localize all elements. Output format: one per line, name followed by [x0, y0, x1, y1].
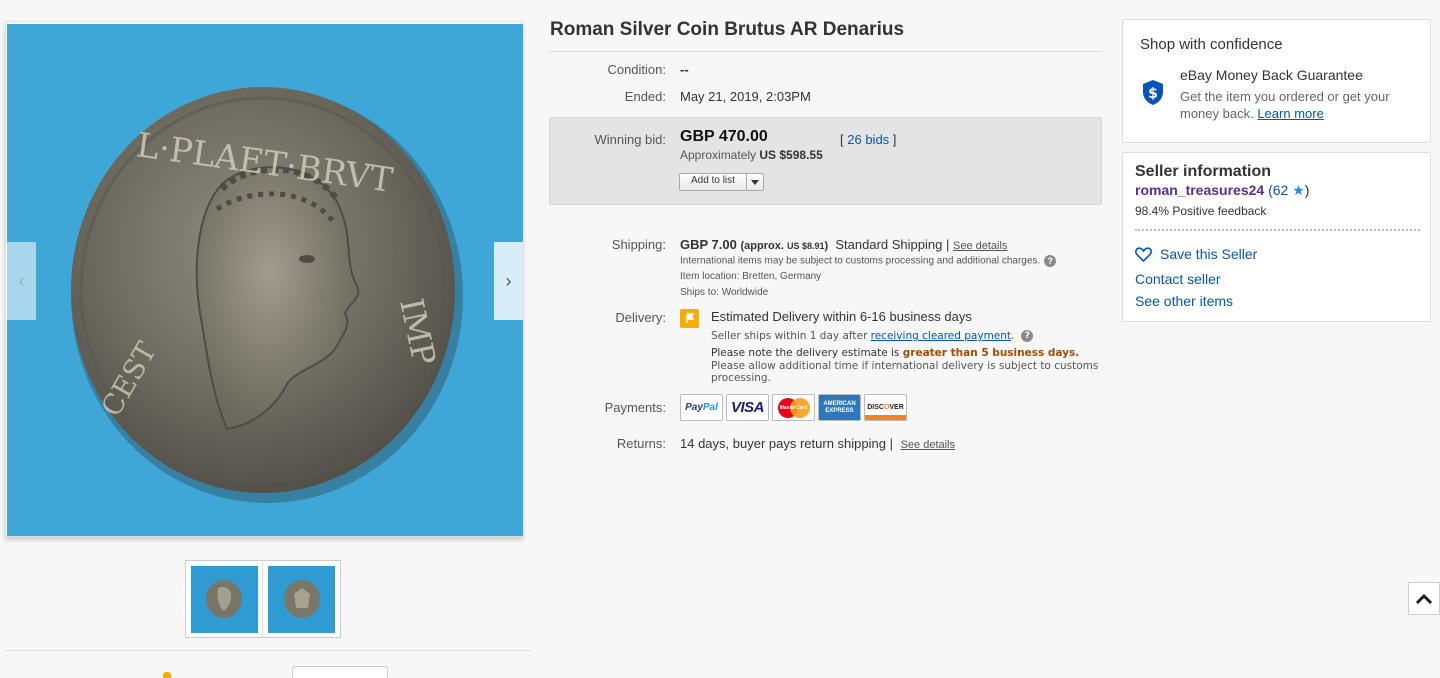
feedback-score: (62 — [1268, 182, 1289, 198]
delivery-extra-note: Please allow additional time if internat… — [711, 360, 1099, 384]
main-image-frame: L·PLAET·BRVT IMP CEST ‹ › — [5, 21, 523, 537]
guarantee-text: Get the item you ordered or get your mon… — [1180, 88, 1420, 122]
bid-count: [ 26 bids ] — [840, 132, 896, 147]
winning-bid-label: Winning bid: — [594, 132, 666, 147]
intl-note-text: International items may be subject to cu… — [680, 255, 1041, 267]
heart-icon — [1135, 246, 1152, 262]
shield-dollar-icon: $ — [1141, 79, 1165, 106]
title-divider — [548, 51, 1102, 52]
partial-star-icon — [163, 672, 171, 678]
approx-prefix: Approximately — [680, 148, 757, 162]
payments-label: Payments: — [604, 400, 666, 415]
mastercard-logo: MasterCard — [772, 394, 815, 421]
coin-image: L·PLAET·BRVT IMP CEST — [71, 87, 463, 503]
seller-heading: Seller information — [1135, 163, 1272, 180]
shop-with-confidence-card: Shop with confidence $ eBay Money Back G… — [1122, 19, 1431, 143]
seller-divider — [1135, 229, 1420, 231]
seller-username-link[interactable]: roman_treasures24 — [1135, 182, 1264, 198]
shipping-line: GBP 7.00 (approx. US $8.91) Standard Shi… — [680, 237, 1007, 252]
add-to-list-control: Add to list — [679, 173, 764, 191]
chevron-right-icon: › — [505, 270, 512, 291]
winning-bid-panel — [549, 117, 1102, 205]
seller-identity: roman_treasures24 (62 ★) — [1135, 182, 1309, 199]
star-icon: ★ — [1292, 182, 1305, 198]
approx-value: US $598.55 — [759, 148, 823, 162]
bids-open-bracket: [ — [840, 132, 844, 147]
thumbnail-2[interactable] — [263, 561, 340, 637]
positive-feedback: 98.4% Positive feedback — [1135, 204, 1267, 218]
learn-more-link[interactable]: Learn more — [1257, 106, 1323, 121]
condition-value: -- — [680, 62, 689, 77]
back-to-top-button[interactable] — [1408, 582, 1440, 615]
partial-button[interactable] — [292, 666, 388, 678]
svg-text:$: $ — [1148, 86, 1158, 102]
main-item-image[interactable]: L·PLAET·BRVT IMP CEST ‹ › — [7, 24, 523, 536]
delivery-estimate: Estimated Delivery within 6-16 business … — [711, 309, 972, 324]
feedback-score-close: ) — [1304, 182, 1310, 198]
shipping-see-details-link[interactable]: See details — [953, 240, 1007, 252]
delivery-highlight: greater than 5 business days. — [902, 347, 1080, 359]
bids-close-bracket: ] — [892, 132, 897, 147]
returns-line: 14 days, buyer pays return shipping | Se… — [680, 436, 955, 451]
caret-down-icon — [750, 179, 759, 185]
item-location: Item location: Bretten, Germany — [680, 271, 822, 282]
winning-bid-price: GBP 470.00 — [680, 128, 768, 145]
gallery-prev-button[interactable]: ‹ — [7, 242, 36, 320]
shipping-label: Shipping: — [611, 237, 666, 252]
shipping-method: Standard Shipping | — [835, 237, 950, 252]
confidence-heading: Shop with confidence — [1140, 36, 1283, 53]
intl-note: International items may be subject to cu… — [680, 255, 1057, 267]
bid-history-link[interactable]: 26 bids — [847, 132, 889, 147]
save-seller-label: Save this Seller — [1160, 246, 1258, 262]
see-other-items-link[interactable]: See other items — [1135, 293, 1233, 309]
shipping-price: GBP 7.00 — [680, 237, 737, 252]
gallery-next-button[interactable]: › — [494, 242, 523, 320]
delivery-flag-icon — [680, 309, 699, 328]
chevron-left-icon: ‹ — [18, 270, 25, 291]
returns-value: 14 days, buyer pays return shipping | — [680, 436, 893, 451]
cleared-payment-link[interactable]: receiving cleared payment — [871, 330, 1011, 342]
help-icon[interactable]: ? — [1021, 330, 1034, 342]
coin-thumb-reverse — [283, 580, 320, 618]
condition-label: Condition: — [607, 62, 666, 77]
contact-seller-link[interactable]: Contact seller — [1135, 271, 1221, 287]
delivery-label: Delivery: — [615, 310, 666, 325]
thumbnail-strip — [185, 560, 341, 638]
ended-label: Ended: — [624, 89, 666, 104]
feedback-score-link[interactable]: (62 ★) — [1268, 182, 1309, 198]
amex-logo: AMERICAN EXPRESS — [818, 394, 861, 421]
seller-ships-within: Seller ships within 1 day after receivin… — [711, 330, 1034, 342]
chevron-up-icon — [1416, 593, 1432, 604]
paypal-logo: Pay Pal — [680, 394, 723, 421]
returns-see-details-link[interactable]: See details — [901, 439, 955, 451]
ships-to: Ships to: Worldwide — [680, 287, 769, 298]
help-icon[interactable]: ? — [1044, 255, 1057, 267]
visa-logo: VISA — [726, 394, 769, 421]
thumbnail-1[interactable] — [186, 561, 263, 637]
seller-information-card: Seller information roman_treasures24 (62… — [1122, 152, 1431, 322]
discover-logo: DISC O VER — [864, 394, 907, 421]
ended-value: May 21, 2019, 2:03PM — [680, 89, 811, 104]
payment-methods: Pay Pal VISA MasterCard AMERICAN EXPRESS D… — [680, 394, 907, 421]
item-title: Roman Silver Coin Brutus AR Denarius — [550, 19, 905, 40]
add-to-list-dropdown[interactable] — [747, 174, 763, 190]
shipping-approx: (approx. US $8.91) — [740, 240, 829, 252]
delivery-note: Please note the delivery estimate is gre… — [711, 347, 1080, 359]
add-to-list-button[interactable]: Add to list — [680, 174, 747, 190]
save-seller-button[interactable]: Save this Seller — [1135, 246, 1257, 262]
winning-bid-approx: Approximately US $598.55 — [680, 148, 823, 162]
coin-thumb-obverse — [206, 580, 242, 618]
returns-label: Returns: — [616, 436, 666, 451]
guarantee-title: eBay Money Back Guarantee — [1180, 67, 1363, 83]
section-divider — [5, 650, 531, 651]
